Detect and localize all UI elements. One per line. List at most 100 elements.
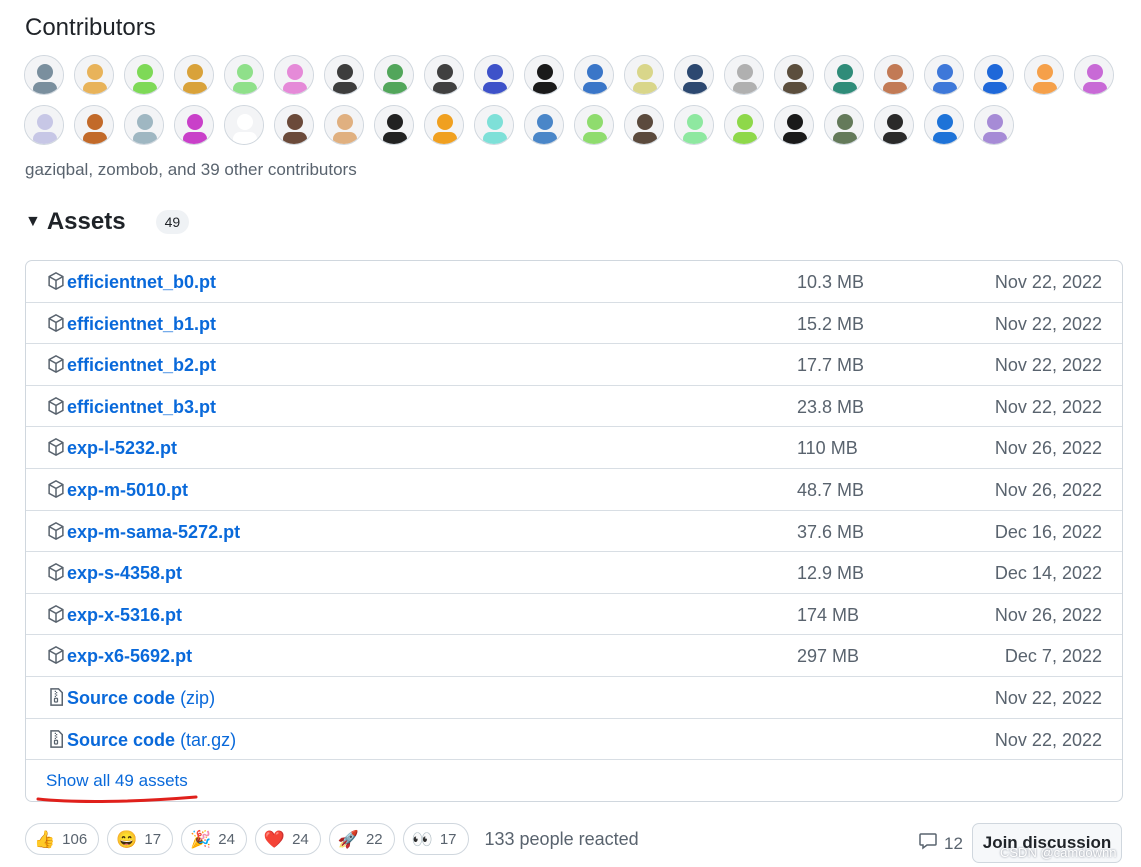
contributor-avatar[interactable] xyxy=(474,105,514,145)
reaction-count: 17 xyxy=(144,830,162,848)
file-zip-icon xyxy=(46,687,66,707)
show-all-assets-link[interactable]: Show all 49 assets xyxy=(46,771,188,791)
contributor-avatar[interactable] xyxy=(824,105,864,145)
contributor-avatar[interactable] xyxy=(274,105,314,145)
asset-row: exp-l-5232.pt 110 MB Nov 26, 2022 xyxy=(26,427,1122,469)
contributor-avatar[interactable] xyxy=(124,55,164,95)
reaction-button[interactable]: 🚀 22 xyxy=(328,823,395,855)
emoji-icon: 🎉 xyxy=(190,829,212,849)
asset-link[interactable]: efficientnet_b3.pt xyxy=(67,397,216,418)
contributor-avatar[interactable] xyxy=(974,105,1014,145)
asset-date: Nov 22, 2022 xyxy=(994,687,1102,708)
asset-link[interactable]: exp-s-4358.pt xyxy=(67,563,182,584)
contributor-avatar[interactable] xyxy=(74,105,114,145)
contributor-avatar[interactable] xyxy=(774,105,814,145)
contributor-avatar[interactable] xyxy=(474,55,514,95)
source-code-tar-link[interactable]: Source code (tar.gz) xyxy=(67,730,236,751)
asset-row-source-tar: Source code (tar.gz) Nov 22, 2022 xyxy=(26,719,1122,761)
asset-row: efficientnet_b1.pt 15.2 MB Nov 22, 2022 xyxy=(26,303,1122,345)
asset-link[interactable]: exp-x6-5692.pt xyxy=(67,646,192,667)
comment-icon xyxy=(918,832,938,855)
contributor-avatar[interactable] xyxy=(424,105,464,145)
red-annotation-underline xyxy=(36,795,198,803)
asset-size: 12.9 MB xyxy=(797,563,865,584)
package-icon xyxy=(46,521,66,541)
contributor-avatar[interactable] xyxy=(924,55,964,95)
asset-link[interactable]: exp-x-5316.pt xyxy=(67,605,182,626)
asset-link[interactable]: exp-m-5010.pt xyxy=(67,480,188,501)
contributor-avatar[interactable] xyxy=(274,55,314,95)
file-zip-icon xyxy=(46,729,66,749)
asset-link[interactable]: exp-m-sama-5272.pt xyxy=(67,522,240,543)
contributor-avatar[interactable] xyxy=(574,55,614,95)
contributors-summary: gaziqbal, zombob, and 39 other contribut… xyxy=(25,160,357,179)
asset-size: 23.8 MB xyxy=(797,396,865,417)
contributor-avatar[interactable] xyxy=(1074,55,1114,95)
contributor-avatar[interactable] xyxy=(524,55,564,95)
asset-link[interactable]: efficientnet_b1.pt xyxy=(67,314,216,335)
contributor-avatar[interactable] xyxy=(724,55,764,95)
contributor-avatar[interactable] xyxy=(374,105,414,145)
contributor-avatar[interactable] xyxy=(574,105,614,145)
asset-link[interactable]: efficientnet_b2.pt xyxy=(67,355,216,376)
contributor-avatars xyxy=(24,55,1114,155)
contributor-avatar[interactable] xyxy=(174,105,214,145)
contributor-avatar[interactable] xyxy=(224,55,264,95)
contributor-avatar[interactable] xyxy=(624,55,664,95)
contributor-avatar[interactable] xyxy=(724,105,764,145)
contributor-avatar[interactable] xyxy=(24,55,64,95)
contributor-avatar[interactable] xyxy=(924,105,964,145)
asset-date: Dec 7, 2022 xyxy=(1004,646,1102,667)
reaction-button[interactable]: 👍 106 xyxy=(25,823,100,855)
contributor-avatar[interactable] xyxy=(24,105,64,145)
source-code-zip-link[interactable]: Source code (zip) xyxy=(67,688,215,709)
asset-size: 48.7 MB xyxy=(797,479,865,500)
avatar-row xyxy=(24,55,1114,95)
asset-date: Nov 22, 2022 xyxy=(994,272,1102,292)
contributor-avatar[interactable] xyxy=(774,55,814,95)
contributor-avatar[interactable] xyxy=(974,55,1014,95)
comment-count[interactable]: 12 xyxy=(918,832,963,855)
asset-row: efficientnet_b2.pt 17.7 MB Nov 22, 2022 xyxy=(26,344,1122,386)
contributor-avatar[interactable] xyxy=(174,55,214,95)
contributor-avatar[interactable] xyxy=(824,55,864,95)
package-icon xyxy=(46,313,66,333)
package-icon xyxy=(46,354,66,374)
contributor-avatar[interactable] xyxy=(674,105,714,145)
asset-size: 37.6 MB xyxy=(797,521,865,542)
contributor-avatar[interactable] xyxy=(874,105,914,145)
package-icon xyxy=(46,604,66,624)
contributor-avatar[interactable] xyxy=(674,55,714,95)
contributor-avatar[interactable] xyxy=(324,55,364,95)
reactions-bar: 👍 106 😄 17 🎉 24 ❤️ 24 🚀 22 👀 17 133 people reacted xyxy=(25,823,639,855)
asset-date: Dec 16, 2022 xyxy=(994,521,1102,542)
avatar-row xyxy=(24,105,1104,145)
contributor-avatar[interactable] xyxy=(424,55,464,95)
contributor-avatar[interactable] xyxy=(224,105,264,145)
contributor-avatar[interactable] xyxy=(624,105,664,145)
asset-link[interactable]: efficientnet_b0.pt xyxy=(67,272,216,293)
reaction-button[interactable]: 👀 17 xyxy=(402,823,469,855)
contributor-avatar[interactable] xyxy=(74,55,114,95)
reaction-count: 24 xyxy=(292,830,309,848)
contributor-avatar[interactable] xyxy=(524,105,564,145)
emoji-icon: 🚀 xyxy=(337,829,359,849)
contributor-avatar[interactable] xyxy=(374,55,414,95)
asset-link[interactable]: exp-l-5232.pt xyxy=(67,438,177,459)
asset-size: 10.3 MB xyxy=(797,272,865,292)
reaction-button[interactable]: ❤️ 24 xyxy=(254,823,321,855)
contributor-avatar[interactable] xyxy=(1024,55,1064,95)
asset-date: Dec 14, 2022 xyxy=(994,563,1102,584)
assets-toggle[interactable]: ▼ Assets 49 xyxy=(25,208,190,236)
comment-count-label: 12 xyxy=(944,833,963,853)
asset-row: exp-m-sama-5272.pt 37.6 MB Dec 16, 2022 xyxy=(26,511,1122,553)
asset-row: exp-x6-5692.pt 297 MB Dec 7, 2022 xyxy=(26,635,1122,677)
asset-row: efficientnet_b0.pt 10.3 MB Nov 22, 2022 xyxy=(26,261,1122,303)
reaction-count: 17 xyxy=(439,830,457,848)
reaction-button[interactable]: 🎉 24 xyxy=(181,823,247,855)
reaction-button[interactable]: 😄 17 xyxy=(107,823,174,855)
emoji-icon: 😄 xyxy=(116,829,138,849)
contributor-avatar[interactable] xyxy=(124,105,164,145)
contributor-avatar[interactable] xyxy=(874,55,914,95)
contributor-avatar[interactable] xyxy=(324,105,364,145)
